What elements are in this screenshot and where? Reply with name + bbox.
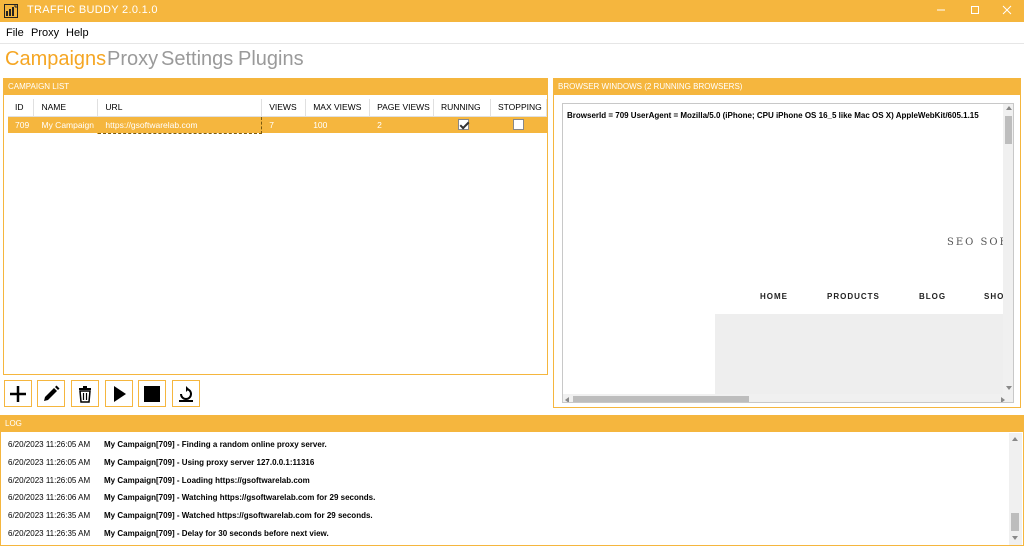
log-message: My Campaign[709] - Delay for 30 seconds … xyxy=(104,529,329,538)
close-icon xyxy=(1002,5,1012,15)
log-time: 6/20/2023 11:26:05 AM xyxy=(8,476,91,485)
log-time: 6/20/2023 11:26:35 AM xyxy=(8,511,91,520)
close-button[interactable] xyxy=(990,0,1024,22)
column-header-url[interactable]: URL xyxy=(97,99,263,117)
column-header-running[interactable]: RUNNING xyxy=(433,99,491,117)
browser-windows-panel: BROWSER WINDOWS (2 RUNNING BROWSERS) Bro… xyxy=(553,78,1021,408)
cell-id: 709 xyxy=(8,116,35,133)
log-message: My Campaign[709] - Watched https://gsoft… xyxy=(104,511,373,520)
log-message: My Campaign[709] - Finding a random onli… xyxy=(104,440,327,449)
site-nav-blog[interactable]: BLOG xyxy=(919,292,946,301)
menu-proxy[interactable]: Proxy xyxy=(31,27,59,39)
edit-icon xyxy=(44,385,60,401)
menu-bar: File Proxy Help xyxy=(0,22,1024,44)
log-time: 6/20/2023 11:26:05 AM xyxy=(8,440,91,449)
log-panel: LOG 6/20/2023 11:26:05 AM My Campaign[709… xyxy=(0,415,1024,546)
column-header-views[interactable]: VIEWS xyxy=(261,99,307,117)
cell-max-views: 100 xyxy=(305,116,371,133)
tab-campaigns[interactable]: Campaigns xyxy=(5,48,106,71)
log-time: 6/20/2023 11:26:05 AM xyxy=(8,458,91,467)
log-entry: 6/20/2023 11:26:06 AM My Campaign[709] - … xyxy=(8,493,375,502)
column-header-name[interactable]: NAME xyxy=(33,99,99,117)
site-nav-products[interactable]: PRODUCTS xyxy=(827,292,880,301)
column-header-stopping[interactable]: STOPPING xyxy=(490,99,548,117)
log-time: 6/20/2023 11:26:35 AM xyxy=(8,529,91,538)
stopping-checkbox[interactable] xyxy=(512,119,524,131)
log-scroll-down-icon[interactable] xyxy=(1012,536,1018,540)
maximize-button[interactable] xyxy=(958,0,992,22)
minimize-icon xyxy=(937,9,945,11)
log-message: My Campaign[709] - Using proxy server 12… xyxy=(104,458,315,467)
scroll-down-icon[interactable] xyxy=(1006,386,1012,390)
browser-hscroll-thumb[interactable] xyxy=(573,396,749,402)
browser-windows-header: BROWSER WINDOWS (2 RUNNING BROWSERS) xyxy=(554,79,1020,95)
tab-settings[interactable]: Settings xyxy=(161,48,233,71)
cell-page-views: 2 xyxy=(369,116,434,133)
edit-campaign-button[interactable] xyxy=(37,380,65,407)
delete-icon xyxy=(79,385,91,403)
add-campaign-button[interactable] xyxy=(4,380,32,407)
column-header-max-views[interactable]: MAX VIEWS xyxy=(305,99,371,117)
log-entry: 6/20/2023 11:26:35 AM My Campaign[709] - … xyxy=(8,511,373,520)
window-title: TRAFFIC BUDDY 2.0.1.0 xyxy=(27,4,158,16)
menu-help[interactable]: Help xyxy=(66,27,89,39)
browser-vertical-scrollbar[interactable] xyxy=(1003,104,1013,394)
log-message: My Campaign[709] - Loading https://gsoft… xyxy=(104,476,310,485)
cell-stopping xyxy=(490,116,548,133)
delete-campaign-button[interactable] xyxy=(71,380,99,407)
tab-proxy[interactable]: Proxy xyxy=(107,48,158,71)
cell-running xyxy=(433,116,491,133)
browser-horizontal-scrollbar[interactable] xyxy=(563,394,1013,402)
maximize-icon xyxy=(971,6,979,14)
campaign-list-panel: CAMPAIGN LIST ID NAME URL VIEWS MAX VIEW… xyxy=(3,78,548,375)
start-campaign-button[interactable] xyxy=(105,380,133,407)
campaign-list-header: CAMPAIGN LIST xyxy=(4,79,547,95)
table-row[interactable]: 709 My Campaign https://gsoftwarelab.com… xyxy=(8,115,548,134)
add-icon xyxy=(10,385,26,402)
browser-vscroll-thumb[interactable] xyxy=(1005,116,1012,144)
minimize-button[interactable] xyxy=(924,0,958,22)
cell-views: 7 xyxy=(261,116,307,133)
browser-info-line: BrowserId = 709 UserAgent = Mozilla/5.0 … xyxy=(567,111,979,120)
scroll-up-icon[interactable] xyxy=(1006,106,1012,110)
stop-campaign-button[interactable] xyxy=(138,380,166,407)
log-time: 6/20/2023 11:26:06 AM xyxy=(8,493,91,502)
browser-viewport[interactable]: BrowserId = 709 UserAgent = Mozilla/5.0 … xyxy=(562,103,1014,403)
reset-campaign-button[interactable] xyxy=(172,380,200,407)
log-vertical-scrollbar[interactable] xyxy=(1009,433,1022,545)
log-scroll-up-icon[interactable] xyxy=(1012,437,1018,441)
site-nav-home[interactable]: HOME xyxy=(760,292,788,301)
tab-plugins[interactable]: Plugins xyxy=(238,48,304,71)
reset-icon xyxy=(179,385,193,402)
running-checkbox[interactable] xyxy=(458,119,469,131)
log-entry: 6/20/2023 11:26:05 AM My Campaign[709] - … xyxy=(8,476,310,485)
scroll-left-icon[interactable] xyxy=(565,397,569,402)
column-header-page-views[interactable]: PAGE VIEWS xyxy=(369,99,434,117)
cell-url[interactable]: https://gsoftwarelab.com xyxy=(97,115,263,134)
log-vscroll-thumb[interactable] xyxy=(1011,513,1019,531)
play-icon xyxy=(114,385,126,402)
campaign-table: ID NAME URL VIEWS MAX VIEWS PAGE VIEWS R… xyxy=(8,99,548,134)
table-header-row: ID NAME URL VIEWS MAX VIEWS PAGE VIEWS R… xyxy=(8,99,548,117)
scroll-right-icon[interactable] xyxy=(1001,397,1005,402)
menu-file[interactable]: File xyxy=(6,27,24,39)
log-message: My Campaign[709] - Watching https://gsof… xyxy=(104,493,376,502)
log-entry: 6/20/2023 11:26:05 AM My Campaign[709] - … xyxy=(8,458,314,467)
column-header-id[interactable]: ID xyxy=(8,99,35,117)
log-entry: 6/20/2023 11:26:35 AM My Campaign[709] - … xyxy=(8,529,329,538)
cell-name: My Campaign xyxy=(33,116,99,133)
stop-icon xyxy=(144,385,160,402)
title-bar: TRAFFIC BUDDY 2.0.1.0 xyxy=(0,0,1024,22)
log-entry: 6/20/2023 11:26:05 AM My Campaign[709] - … xyxy=(8,440,327,449)
app-logo-icon xyxy=(4,4,18,18)
site-content-area xyxy=(715,314,1013,402)
log-header: LOG xyxy=(1,416,1023,432)
